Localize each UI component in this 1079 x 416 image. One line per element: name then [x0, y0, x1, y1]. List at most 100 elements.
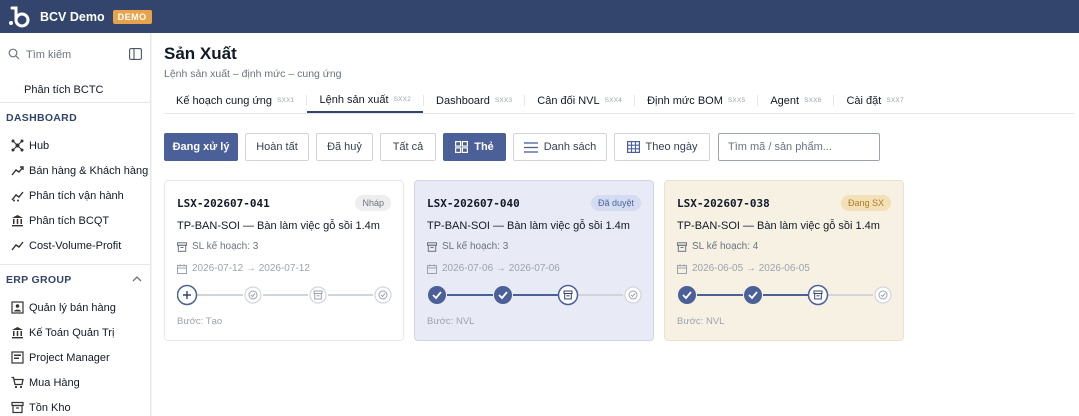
- section-title: ERP GROUP: [6, 274, 72, 286]
- sidebar-item-ban-hang[interactable]: Bán hàng & Khách hàng: [0, 158, 150, 183]
- sidebar-section-dashboard[interactable]: DASHBOARD: [0, 103, 150, 133]
- tab-label: Cân đối NVL: [537, 94, 600, 107]
- archive-icon: [677, 241, 687, 252]
- approve-step-icon: [494, 286, 512, 304]
- sidebar-item-phan-tich-bctc[interactable]: Phân tích BCTC: [0, 77, 150, 103]
- view-label: Theo ngày: [645, 141, 698, 153]
- filter-dang-xu-ly-button[interactable]: Đang xử lý: [164, 133, 238, 161]
- order-card[interactable]: LSX-202607-038 Đang SX TP-BAN-SOI — Bàn …: [664, 180, 904, 341]
- sidebar-item-project-manager[interactable]: Project Manager: [0, 345, 150, 370]
- sidebar-item-label: Hub: [29, 139, 50, 152]
- tab-code: SXX6: [804, 97, 822, 104]
- sidebar-item-ke-toan[interactable]: Kế Toán Quản Trị: [0, 320, 150, 345]
- tab-code: SXX4: [604, 97, 623, 104]
- order-product: TP-BAN-SOI — Bàn làm việc gỗ sồi 1.4m: [177, 220, 380, 232]
- order-product: TP-BAN-SOI — Bàn làm việc gỗ sồi 1.4m: [677, 220, 880, 232]
- person-card-icon: [10, 301, 24, 315]
- view-label: Danh sách: [543, 141, 597, 153]
- filter-tat-ca-button[interactable]: Tất cả: [380, 133, 436, 161]
- sidebar-item-bcqt[interactable]: Phân tích BCQT: [0, 208, 150, 233]
- bank-icon: [10, 214, 24, 228]
- app-logo-icon[interactable]: [6, 4, 32, 30]
- board-icon: [10, 351, 24, 365]
- sidebar-item-mua-hang[interactable]: Mua Hàng: [0, 370, 150, 395]
- done-step-icon: [874, 286, 892, 304]
- approve-step-icon: [744, 286, 762, 304]
- order-step: Bước: NVL: [427, 316, 475, 327]
- tab-ke-hoach-cung-ung[interactable]: Kế hoạch cung ứng SXX1: [164, 88, 306, 113]
- grid-icon: [455, 141, 469, 153]
- page-subtitle: Lệnh sản xuất – định mức – cung ứng: [164, 68, 342, 80]
- tab-code: SXX1: [277, 97, 295, 104]
- order-qty-text: SL kế hoạch: 3: [192, 241, 259, 252]
- cart-icon: [10, 376, 24, 390]
- view-the-button[interactable]: Thẻ: [443, 133, 506, 161]
- order-qty: SL kế hoạch: 3: [427, 241, 508, 252]
- section-title: DASHBOARD: [6, 112, 77, 124]
- view-label: Thẻ: [474, 141, 494, 153]
- order-code: LSX-202607-040: [427, 197, 520, 210]
- sidebar-item-label: Kế Toán Quản Trị: [29, 326, 115, 339]
- tab-label: Kế hoạch cung ứng: [176, 94, 273, 107]
- tab-cai-dat[interactable]: Cài đặt SXX7: [834, 88, 915, 113]
- done-step-icon: [374, 286, 392, 304]
- tab-agent[interactable]: Agent SXX6: [758, 88, 833, 113]
- sidebar-item-label: Phân tích vận hành: [29, 189, 124, 202]
- tab-code: SXX3: [494, 97, 513, 104]
- sidebar-item-cvp[interactable]: Cost-Volume-Profit: [0, 233, 150, 258]
- create-step-icon: [428, 286, 446, 304]
- view-theo-ngay-button[interactable]: Theo ngày: [614, 133, 710, 161]
- trend-scatter-icon: [10, 189, 24, 203]
- sidebar-item-label: Tồn Kho: [29, 401, 71, 414]
- sidebar-search[interactable]: Tìm kiếm: [0, 33, 150, 77]
- status-badge: Đã duyệt: [590, 195, 641, 211]
- tab-code: SXX7: [886, 97, 904, 104]
- order-code: LSX-202607-038: [677, 197, 770, 210]
- demo-badge: DEMO: [112, 9, 152, 24]
- module-tabs: Kế hoạch cung ứng SXX1 Lệnh sản xuất SXX2 …: [164, 88, 1074, 114]
- sidebar-item-label: Cost-Volume-Profit: [29, 239, 122, 252]
- top-bar: BCV Demo DEMO: [0, 0, 1079, 33]
- page-title: Sản Xuất: [164, 44, 237, 63]
- trend-icon: [10, 239, 24, 253]
- tab-dinh-muc-bom[interactable]: Định mức BOM SXX5: [635, 88, 757, 113]
- collapse-sidebar-icon[interactable]: [129, 47, 142, 63]
- sidebar-search-input[interactable]: Tìm kiếm: [26, 49, 129, 61]
- tab-dashboard[interactable]: Dashboard SXX3: [424, 88, 524, 113]
- sidebar-item-label: Mua Hàng: [29, 376, 80, 389]
- order-step: Bước: NVL: [677, 316, 725, 327]
- tab-lenh-san-xuat[interactable]: Lệnh sản xuất SXX2: [307, 88, 424, 113]
- order-card[interactable]: LSX-202607-040 Đã duyệt TP-BAN-SOI — Bàn…: [414, 180, 654, 341]
- app-title: BCV Demo: [40, 9, 105, 24]
- order-step: Bước: Tạo: [177, 316, 223, 327]
- view-danh-sach-button[interactable]: Danh sách: [513, 133, 607, 161]
- order-progress-steps: [428, 284, 642, 306]
- sidebar-item-quan-ly-ban-hang[interactable]: Quản lý bán hàng: [0, 295, 150, 320]
- order-progress-steps: [177, 284, 392, 306]
- tab-label: Cài đặt: [846, 94, 882, 107]
- order-dates: 2026-06-05 → 2026-06-05: [677, 263, 810, 274]
- tab-can-doi-nvl[interactable]: Cân đối NVL SXX4: [525, 88, 634, 113]
- filter-da-huy-button[interactable]: Đã huỷ: [316, 133, 373, 161]
- sidebar-item-ton-kho[interactable]: Tồn Kho: [0, 395, 150, 416]
- material-step-icon: [557, 284, 579, 306]
- sidebar-item-van-hanh[interactable]: Phân tích vận hành: [0, 183, 150, 208]
- calendar-icon: [677, 263, 687, 274]
- filter-hoan-tat-button[interactable]: Hoàn tất: [245, 133, 309, 161]
- sidebar-item-label: Project Manager: [29, 351, 110, 364]
- chevron-up-icon[interactable]: [132, 274, 142, 286]
- sidebar-item-hub[interactable]: Hub: [0, 133, 150, 158]
- order-search-input[interactable]: Tìm mã / sản phẩm...: [718, 133, 880, 161]
- sidebar: Tìm kiếm Phân tích BCTC DASHBOARD Hub Bá…: [0, 33, 151, 416]
- order-cards: LSX-202607-041 Nháp TP-BAN-SOI — Bàn làm…: [164, 180, 914, 341]
- calendar-icon: [427, 263, 437, 274]
- order-card[interactable]: LSX-202607-041 Nháp TP-BAN-SOI — Bàn làm…: [164, 180, 404, 341]
- order-progress-steps: [678, 284, 892, 306]
- tab-code: SXX2: [393, 96, 412, 103]
- table-icon: [626, 141, 640, 153]
- done-step-icon: [624, 286, 642, 304]
- sidebar-section-erp-group[interactable]: ERP GROUP: [0, 265, 150, 295]
- order-dates-text: 2026-06-05 → 2026-06-05: [692, 263, 810, 274]
- order-code: LSX-202607-041: [177, 197, 270, 210]
- approve-step-icon: [244, 286, 262, 304]
